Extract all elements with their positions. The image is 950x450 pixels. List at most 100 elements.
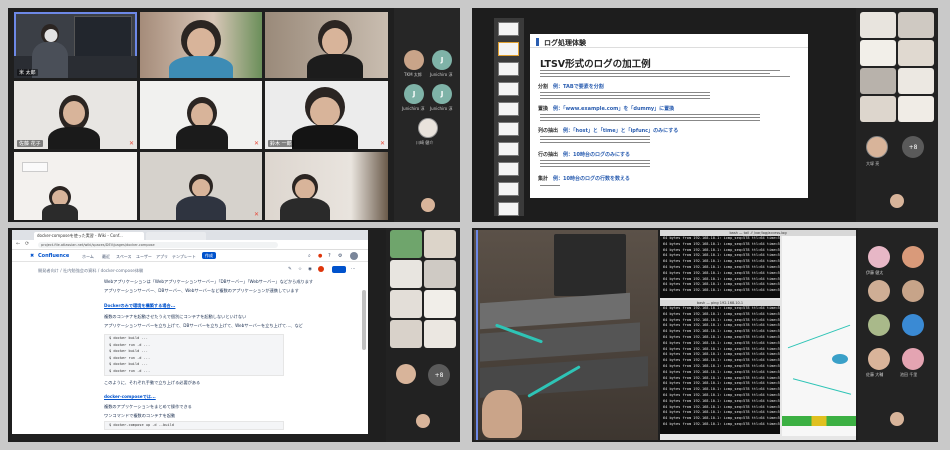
video-tile[interactable] — [140, 12, 262, 78]
nav-menu-people[interactable]: ユーザー — [136, 254, 152, 260]
participant-avatar[interactable]: J — [404, 84, 424, 104]
search-icon[interactable]: ⌕ — [308, 253, 311, 259]
participant-video[interactable] — [390, 290, 422, 318]
participant-avatar[interactable] — [868, 314, 890, 336]
nav-menu-home[interactable]: ホーム — [82, 254, 94, 260]
participant-video[interactable] — [860, 40, 896, 66]
participant-video[interactable] — [424, 230, 456, 258]
diagram-link — [787, 324, 851, 349]
participant-name: 伊藤 健太 — [866, 270, 884, 275]
participant-avatar[interactable] — [868, 348, 890, 370]
terminal-line: 64 bytes from 192.168.10.1: icmp_seq=578… — [663, 398, 780, 403]
browser-tab[interactable] — [146, 232, 206, 240]
person-body — [292, 125, 358, 149]
participant-avatar[interactable] — [868, 246, 890, 268]
video-tile[interactable] — [265, 152, 388, 220]
terminal-window[interactable]: 64 bytes from 192.168.10.1: icmp_seq=578… — [660, 236, 780, 298]
participant-avatar[interactable] — [866, 136, 888, 158]
slide-thumbnail[interactable] — [498, 102, 519, 116]
slide-thumbnail[interactable] — [498, 62, 519, 76]
section-label: 分割 — [538, 84, 549, 90]
avatar[interactable] — [350, 252, 358, 260]
nav-menu-spaces[interactable]: スペース — [116, 254, 132, 260]
person-face — [322, 28, 348, 56]
participant-video[interactable] — [898, 96, 934, 122]
slide-thumbnail[interactable] — [498, 122, 519, 136]
participant-video[interactable] — [860, 68, 896, 94]
nav-menu-recent[interactable]: 最近 — [102, 254, 110, 260]
participant-avatar[interactable] — [902, 348, 924, 370]
router-icon[interactable] — [832, 354, 848, 364]
participant-avatar[interactable]: J — [432, 84, 452, 104]
more-actions-icon[interactable]: ⋯ — [351, 267, 356, 272]
log-sample-line — [540, 98, 710, 100]
participant-video[interactable] — [424, 290, 456, 318]
content-link[interactable]: docker-composeでは... — [104, 394, 156, 400]
participant-avatar[interactable] — [902, 246, 924, 268]
edit-icon[interactable]: ✎ — [288, 267, 292, 272]
self-view-avatar[interactable] — [890, 194, 904, 208]
self-view-avatar[interactable] — [421, 198, 435, 212]
terminal-window[interactable]: 64 bytes from 192.168.10.1: icmp_seq=578… — [660, 306, 780, 434]
video-tile[interactable] — [14, 152, 137, 220]
participant-avatar[interactable]: J — [432, 50, 452, 70]
more-participants-button[interactable]: +8 — [428, 364, 450, 386]
nav-menu-apps[interactable]: アプリ — [156, 254, 168, 260]
browser-tab[interactable]: docker-composeを使った実習 - Wiki - Conf... — [34, 232, 144, 240]
participant-video[interactable] — [424, 320, 456, 348]
participant-video[interactable] — [860, 12, 896, 38]
participant-video[interactable] — [390, 320, 422, 348]
slide-thumbnail[interactable] — [498, 22, 519, 36]
back-icon[interactable]: ← — [16, 241, 20, 247]
breadcrumb[interactable]: 開発者向け / 社内勉強会の資料 / docker-compose体験 — [38, 268, 143, 274]
slide-thumbnail[interactable] — [498, 42, 519, 56]
log-sample-line — [540, 166, 650, 168]
share-button[interactable] — [332, 266, 346, 273]
more-participants-button[interactable]: +8 — [902, 136, 924, 158]
section-label: 列の抽出 — [538, 128, 559, 134]
settings-icon[interactable]: ⚙ — [338, 253, 342, 259]
participant-avatar[interactable] — [396, 364, 416, 384]
section-detail: 例：10時台のログの行数を数える — [553, 176, 630, 182]
slide-thumbnail[interactable] — [498, 142, 519, 156]
watch-icon[interactable]: ◉ — [308, 267, 312, 272]
participant-avatar[interactable] — [418, 118, 438, 138]
confluence-logo[interactable]: Confluence — [38, 253, 69, 259]
address-bar[interactable]: project-file.atlassian.net/wiki/spaces/D… — [38, 242, 278, 248]
content-link[interactable]: Dockerのみで環境を構築する場合... — [104, 303, 175, 309]
participant-video[interactable] — [898, 68, 934, 94]
help-icon[interactable]: ? — [328, 253, 331, 259]
create-button[interactable]: 作成 — [202, 252, 216, 259]
participant-video[interactable] — [898, 40, 934, 66]
participant-video[interactable] — [860, 96, 896, 122]
slide-thumbnail[interactable] — [498, 162, 519, 176]
video-tile[interactable]: ✕ — [140, 81, 262, 149]
participant-avatar[interactable] — [902, 280, 924, 302]
participant-video[interactable] — [390, 230, 422, 258]
notification-icon[interactable]: ● — [318, 253, 322, 259]
participant-avatar[interactable] — [902, 314, 924, 336]
page-scrollbar[interactable] — [362, 290, 366, 350]
network-diagram-window[interactable] — [782, 236, 856, 436]
video-tile[interactable]: 佐藤 花子 ✕ — [14, 81, 137, 149]
reload-icon[interactable]: ⟳ — [25, 241, 29, 247]
person-body — [280, 198, 330, 220]
self-view-avatar[interactable] — [416, 414, 430, 428]
slide-thumbnail[interactable] — [498, 82, 519, 96]
participant-video[interactable] — [424, 260, 456, 288]
video-tile[interactable]: 米 太郎 — [14, 12, 137, 78]
self-view-avatar[interactable] — [890, 412, 904, 426]
slide-thumbnail[interactable] — [498, 202, 519, 216]
participant-avatar[interactable] — [868, 280, 890, 302]
participant-video[interactable] — [898, 12, 934, 38]
section-split: 分割 例：TABで要素を分割 — [538, 83, 604, 90]
video-tile[interactable] — [265, 12, 388, 78]
participant-avatar[interactable] — [404, 50, 424, 70]
participant-video[interactable] — [390, 260, 422, 288]
video-tile[interactable]: 鈴木 一郎 ✕ — [265, 81, 388, 149]
section-label: 置換 — [538, 106, 549, 112]
nav-menu-templates[interactable]: テンプレート — [172, 254, 196, 260]
slide-thumbnail[interactable] — [498, 182, 519, 196]
star-icon[interactable]: ☆ — [298, 267, 302, 272]
video-tile[interactable]: ✕ — [140, 152, 262, 220]
